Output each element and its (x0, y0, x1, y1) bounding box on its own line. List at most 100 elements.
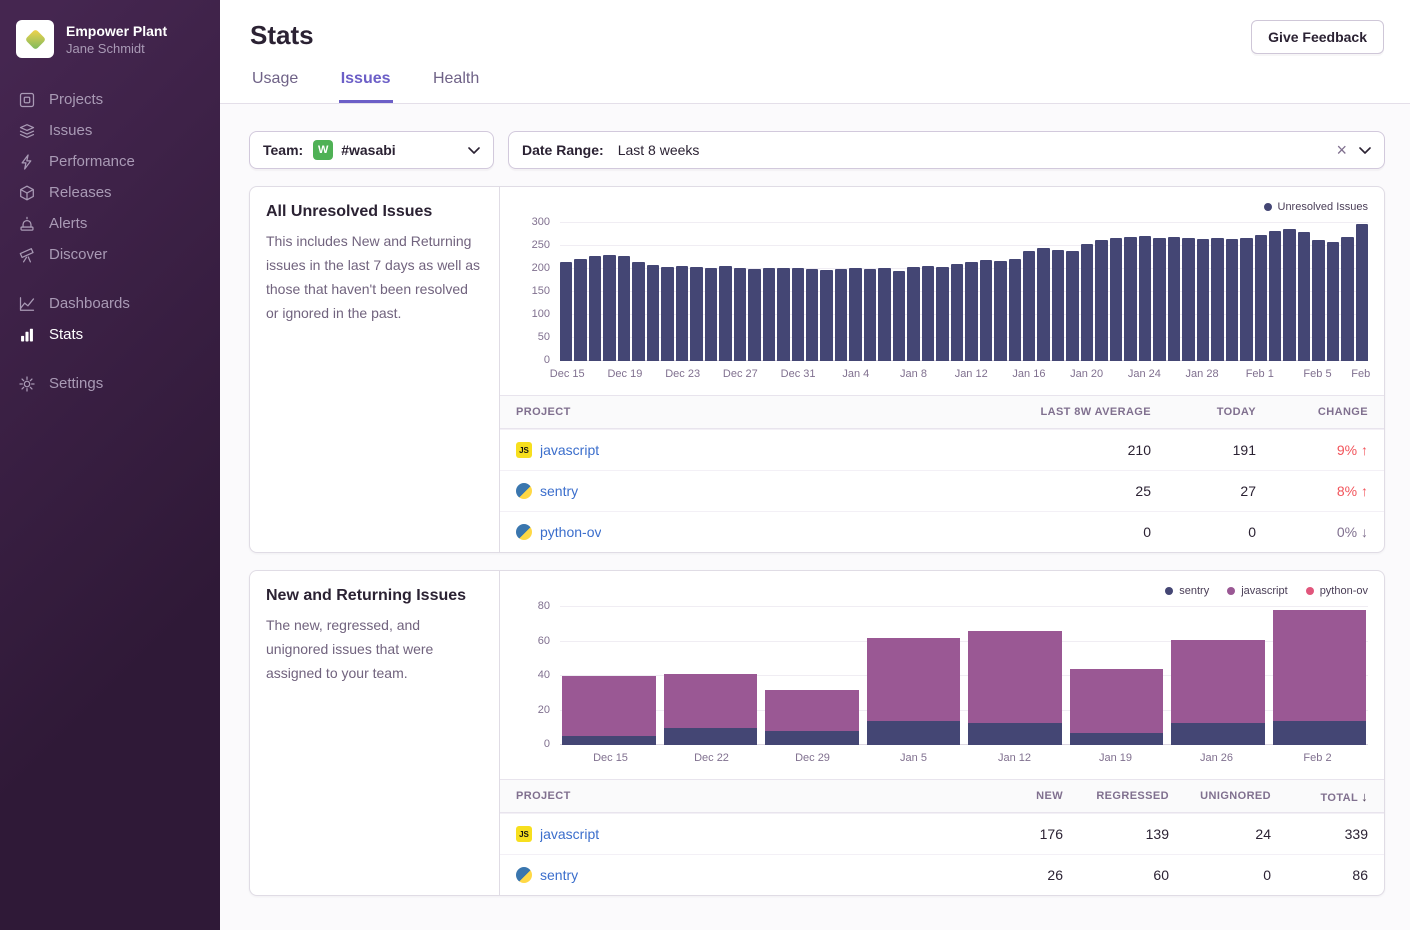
tab-issues[interactable]: Issues (339, 64, 393, 103)
legend-item[interactable]: python-ov (1306, 585, 1368, 597)
project-link[interactable]: sentry (540, 483, 578, 499)
sidebar-item-releases[interactable]: Releases (0, 177, 220, 208)
unresolved-bar (994, 261, 1006, 361)
unresolved-bar (632, 262, 644, 361)
sidebar-primary-nav: Projects Issues Performance Releases Ale… (0, 84, 220, 270)
unresolved-bar (951, 264, 963, 361)
new-returning-table: PROJECT NEW REGRESSED UNIGNORED TOTAL↓ J… (500, 779, 1384, 895)
date-range-select[interactable]: Date Range: Last 8 weeks × (508, 131, 1385, 169)
unresolved-bar (647, 265, 659, 361)
unresolved-bar (589, 256, 601, 361)
tab-usage[interactable]: Usage (250, 64, 300, 103)
project-link[interactable]: javascript (540, 442, 599, 458)
unresolved-bar (965, 262, 977, 361)
regressed-value: 60 (1063, 867, 1169, 883)
sidebar-item-label: Issues (49, 122, 92, 139)
sidebar: Empower Plant Jane Schmidt Projects Issu… (0, 0, 220, 930)
table-header-row: PROJECT LAST 8W AVERAGE TODAY CHANGE (500, 395, 1384, 429)
column-header-total[interactable]: TOTAL↓ (1271, 789, 1368, 804)
date-range-label: Date Range: (522, 142, 604, 158)
column-header-project: PROJECT (516, 406, 971, 418)
sidebar-item-label: Dashboards (49, 295, 130, 312)
sidebar-item-label: Discover (49, 246, 107, 263)
unresolved-bar (1081, 244, 1093, 361)
unignored-value: 0 (1169, 867, 1271, 883)
legend-dot-icon (1264, 203, 1272, 211)
unignored-value: 24 (1169, 826, 1271, 842)
unresolved-bar (748, 269, 760, 361)
stacked-bar (1273, 607, 1367, 745)
unresolved-bar (734, 268, 746, 361)
column-header-today: TODAY (1151, 406, 1256, 418)
unresolved-bar (1269, 231, 1281, 361)
sidebar-item-alerts[interactable]: Alerts (0, 208, 220, 239)
unresolved-bar (1023, 251, 1035, 361)
unresolved-bar (1240, 238, 1252, 361)
sidebar-secondary-nav: Dashboards Stats (0, 288, 220, 350)
trend-up-icon: ↑ (1361, 442, 1368, 458)
sidebar-item-stats[interactable]: Stats (0, 319, 220, 350)
tab-bar: Usage Issues Health (220, 64, 1410, 104)
give-feedback-button[interactable]: Give Feedback (1251, 20, 1384, 54)
unresolved-bar (1052, 250, 1064, 361)
unresolved-bar (936, 267, 948, 361)
project-link[interactable]: python-ov (540, 524, 601, 540)
average-value: 210 (971, 442, 1151, 458)
average-value: 25 (971, 483, 1151, 499)
sidebar-item-issues[interactable]: Issues (0, 115, 220, 146)
stacked-bar (968, 607, 1062, 745)
legend-item[interactable]: javascript (1227, 585, 1287, 597)
unresolved-bar (1283, 229, 1295, 361)
unresolved-bar (792, 268, 804, 361)
sidebar-item-performance[interactable]: Performance (0, 146, 220, 177)
unresolved-bar (690, 267, 702, 361)
team-select[interactable]: Team: W #wasabi (249, 131, 494, 169)
trend-up-icon: ↑ (1361, 483, 1368, 499)
unresolved-bar (806, 269, 818, 361)
unresolved-bar (1139, 236, 1151, 361)
panel-title: New and Returning Issues (266, 587, 483, 605)
unresolved-bar (1110, 238, 1122, 361)
new-returning-chart-plot: 020406080 (560, 607, 1368, 745)
unresolved-bar (603, 255, 615, 361)
chevron-down-icon (468, 147, 480, 154)
unresolved-bar (1226, 239, 1238, 361)
sidebar-item-dashboards[interactable]: Dashboards (0, 288, 220, 319)
unresolved-bar (1197, 239, 1209, 361)
sidebar-item-label: Alerts (49, 215, 87, 232)
stacked-bar (867, 607, 961, 745)
releases-icon (18, 184, 36, 202)
legend-item[interactable]: Unresolved Issues (1264, 201, 1369, 213)
sidebar-item-projects[interactable]: Projects (0, 84, 220, 115)
panel-title: All Unresolved Issues (266, 203, 483, 221)
tab-health[interactable]: Health (431, 64, 481, 103)
chart-legend: Unresolved Issues (516, 199, 1368, 215)
sidebar-footer-nav: Settings (0, 368, 220, 399)
project-link[interactable]: javascript (540, 826, 599, 842)
panel-description: All Unresolved Issues This includes New … (250, 187, 500, 552)
unresolved-bar (1341, 237, 1353, 361)
sidebar-item-settings[interactable]: Settings (0, 368, 220, 399)
change-value: 9% ↑ (1256, 442, 1368, 458)
clear-date-icon[interactable]: × (1336, 141, 1347, 159)
unresolved-bar (907, 267, 919, 361)
date-range-value: Last 8 weeks (618, 142, 700, 158)
javascript-project-icon: JS (516, 442, 532, 458)
python-project-icon (516, 483, 532, 499)
sidebar-item-discover[interactable]: Discover (0, 239, 220, 270)
sidebar-item-label: Settings (49, 375, 103, 392)
unresolved-bar (1066, 251, 1078, 361)
unresolved-bar (676, 266, 688, 361)
org-switcher[interactable]: Empower Plant Jane Schmidt (0, 0, 220, 74)
issues-icon (18, 122, 36, 140)
project-link[interactable]: sentry (540, 867, 578, 883)
legend-item[interactable]: sentry (1165, 585, 1209, 597)
column-header-change: CHANGE (1256, 406, 1368, 418)
regressed-value: 139 (1063, 826, 1169, 842)
sidebar-item-label: Performance (49, 153, 135, 170)
unresolved-table: PROJECT LAST 8W AVERAGE TODAY CHANGE JS … (500, 395, 1384, 552)
unresolved-bar (763, 268, 775, 361)
average-value: 0 (971, 524, 1151, 540)
unresolved-issues-panel: All Unresolved Issues This includes New … (249, 186, 1385, 553)
total-value: 86 (1271, 867, 1368, 883)
